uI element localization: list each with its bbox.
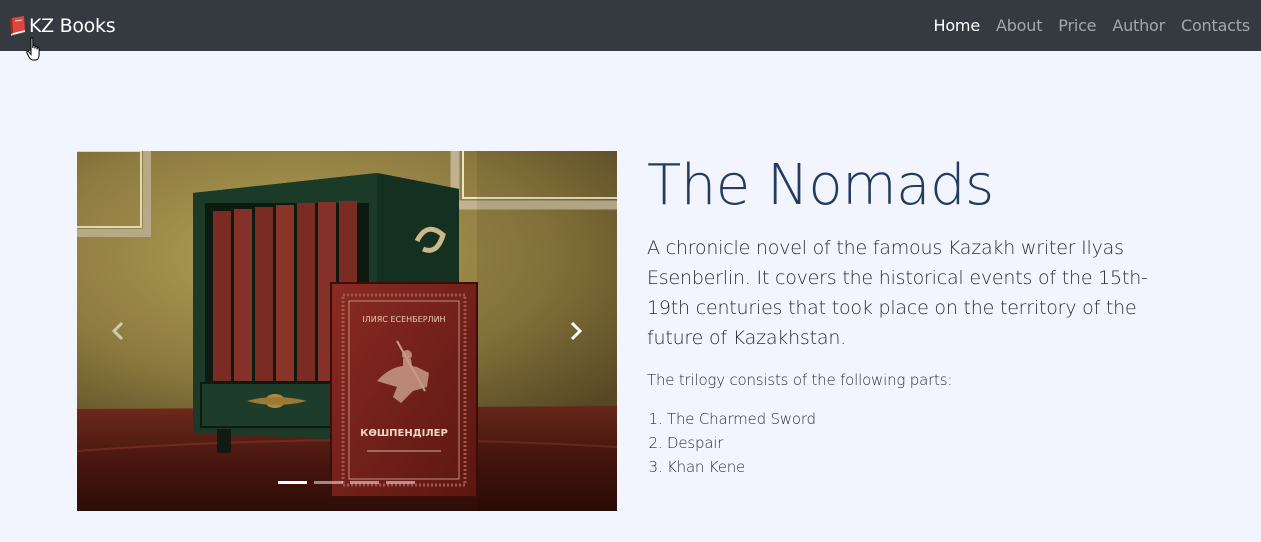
chevron-right-icon <box>570 321 583 341</box>
carousel-next-button[interactable] <box>561 313 591 349</box>
nav-author[interactable]: Author <box>1112 16 1165 35</box>
carousel-indicators <box>278 481 422 484</box>
nav-contacts[interactable]: Contacts <box>1181 16 1250 35</box>
hand-pointer-icon <box>26 37 44 63</box>
parts-intro: The trilogy consists of the following pa… <box>647 371 953 389</box>
nav-home[interactable]: Home <box>934 16 981 35</box>
carousel-prev-button[interactable] <box>103 313 133 349</box>
navbar: KZ Books Home About Price Author Contact… <box>0 0 1261 51</box>
nav-links: Home About Price Author Contacts <box>918 16 1251 35</box>
brand-link[interactable]: KZ Books <box>8 14 116 37</box>
carousel-indicator-4[interactable] <box>386 481 415 484</box>
book-description: A chronicle novel of the famous Kazakh w… <box>647 237 1148 349</box>
parts-list: The Charmed Sword Despair Khan Kene <box>647 407 1207 479</box>
carousel-indicator-2[interactable] <box>314 481 343 484</box>
list-item: Khan Kene <box>667 455 1207 479</box>
list-item: Despair <box>667 431 1207 455</box>
nav-about[interactable]: About <box>996 16 1043 35</box>
brand-name: KZ Books <box>29 14 116 37</box>
book-title: The Nomads <box>647 153 994 218</box>
book-info: The Nomads A chronicle novel of the famo… <box>647 151 1207 479</box>
nav-price[interactable]: Price <box>1058 16 1096 35</box>
carousel-indicator-3[interactable] <box>350 481 379 484</box>
book-icon <box>8 15 28 37</box>
carousel-slide-image: ІЛИЯС ЕСЕНБЕРЛИН КӨШПЕНДІЛЕР <box>77 151 617 511</box>
cover-author: ІЛИЯС ЕСЕНБЕРЛИН <box>362 315 445 324</box>
list-item: The Charmed Sword <box>667 407 1207 431</box>
cover-title: КӨШПЕНДІЛЕР <box>360 428 448 439</box>
book-carousel: ІЛИЯС ЕСЕНБЕРЛИН КӨШПЕНДІЛЕР <box>77 151 617 511</box>
carousel-indicator-1[interactable] <box>278 481 307 484</box>
chevron-left-icon <box>111 321 124 341</box>
